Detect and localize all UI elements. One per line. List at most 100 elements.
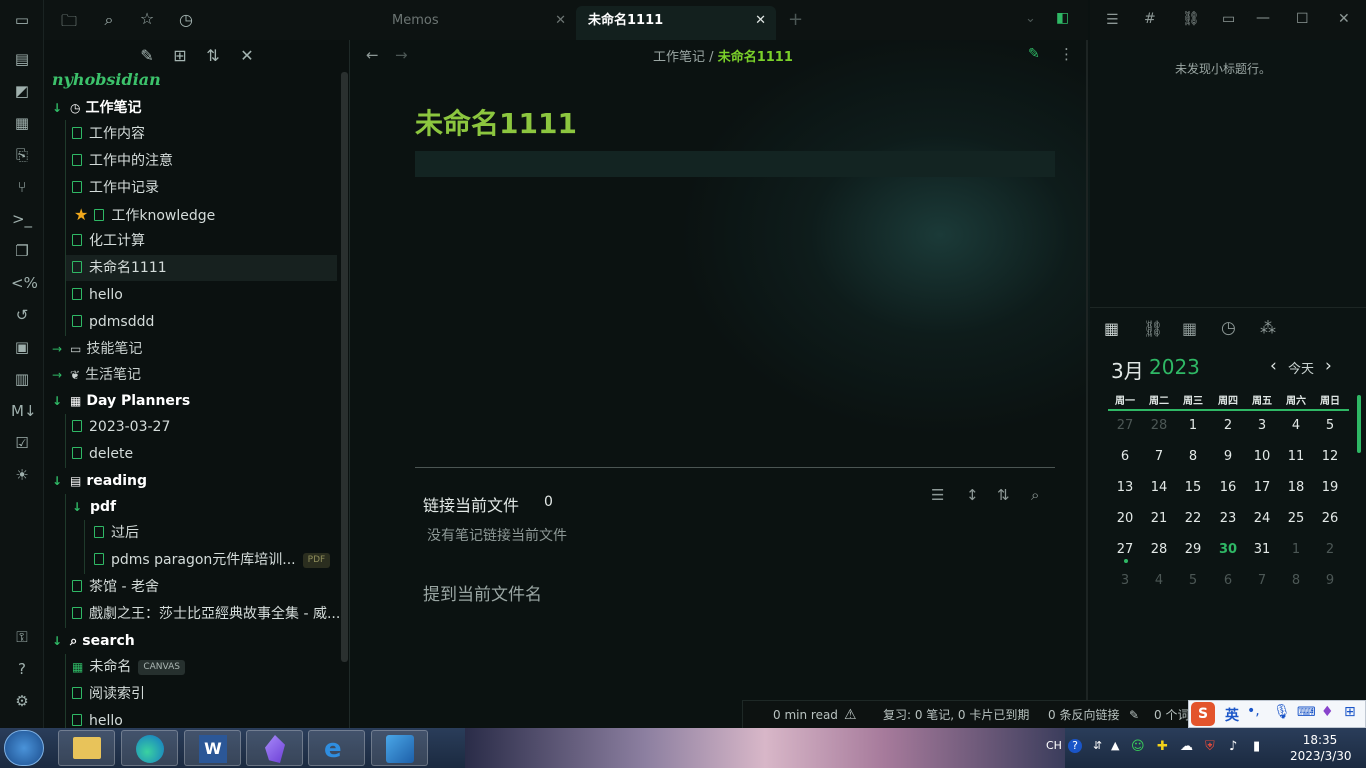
tree-item[interactable]: delete xyxy=(72,441,133,467)
input-lang-indicator[interactable]: CH xyxy=(1046,739,1062,752)
right-scrollbar[interactable] xyxy=(1355,393,1363,455)
forward-arrow-icon[interactable]: → xyxy=(395,46,408,64)
tree-item[interactable]: hello xyxy=(72,708,123,728)
edit-mode-icon[interactable]: ✎ xyxy=(1028,46,1040,62)
calendar-day[interactable]: 13 xyxy=(1108,480,1142,495)
taskbar-clock[interactable]: 18:35 2023/3/30 xyxy=(1290,732,1352,764)
terminal-icon[interactable]: >_ xyxy=(11,208,33,230)
calendar-icon[interactable]: ▦ xyxy=(1182,319,1197,338)
chevron-down-icon[interactable]: ⌄ xyxy=(1025,11,1036,26)
tree-item[interactable]: pdms paragon元件库培训... PDF xyxy=(94,547,331,573)
note-title[interactable]: 未命名1111 xyxy=(415,102,577,142)
folder-work-notes[interactable]: ↓ ◷ 工作笔记 xyxy=(52,95,141,121)
calendar-day[interactable]: 9 xyxy=(1313,573,1347,588)
sidebar-scrollbar[interactable] xyxy=(341,72,348,662)
calendar-day[interactable]: 20 xyxy=(1108,511,1142,526)
breadcrumb-parent[interactable]: 工作笔记 xyxy=(653,50,705,65)
calendar-day[interactable]: 3 xyxy=(1108,573,1142,588)
calendar-day[interactable]: 9 xyxy=(1211,449,1245,464)
keyboard-icon[interactable]: ⌨ xyxy=(1297,705,1316,720)
calendar-day[interactable]: 28 xyxy=(1142,542,1176,557)
folder-skill-notes[interactable]: → ▭ 技能笔记 xyxy=(52,336,142,362)
calendar-day[interactable]: 30 xyxy=(1211,542,1245,557)
tree-item[interactable]: 戲劇之王：莎士比亞經典故事全集 - 威... xyxy=(72,601,340,627)
table-icon[interactable]: ▥ xyxy=(11,368,33,390)
sogou-logo-icon[interactable]: S xyxy=(1191,702,1215,726)
sidebar-toggle-icon[interactable]: ▭ xyxy=(11,9,33,31)
tag-hash-icon[interactable]: # xyxy=(1144,11,1156,27)
calendar-day[interactable]: 8 xyxy=(1176,449,1210,464)
vault-switch-icon[interactable]: ⚿ xyxy=(11,626,33,648)
toolbox-grid-icon[interactable]: ⊞ xyxy=(1344,704,1356,720)
right-sidebar-toggle-icon[interactable]: ◧ xyxy=(1056,10,1069,26)
security-icon[interactable]: ⛨ xyxy=(1205,739,1215,754)
calendar-day[interactable]: 31 xyxy=(1245,542,1279,557)
calendar-day[interactable]: 7 xyxy=(1245,573,1279,588)
vault-name[interactable]: nyhobsidian xyxy=(52,70,161,89)
calendar-day[interactable]: 11 xyxy=(1279,449,1313,464)
start-button[interactable] xyxy=(4,730,44,766)
settings-gear-icon[interactable]: ⚙ xyxy=(11,690,33,712)
calendar-day[interactable]: 25 xyxy=(1279,511,1313,526)
chevron-right-icon[interactable]: › xyxy=(1325,356,1332,376)
ime-toolbar[interactable]: S 英 •, 🎙 ⌨ ♦ ⊞ xyxy=(1188,700,1366,728)
close-icon[interactable]: ✕ xyxy=(755,6,766,36)
help-icon[interactable]: ? xyxy=(11,658,33,680)
calendar-day[interactable]: 6 xyxy=(1108,449,1142,464)
cloud-icon[interactable]: ☁ xyxy=(1180,739,1193,754)
punctuation-icon[interactable]: •, xyxy=(1247,703,1260,719)
minimize-icon[interactable]: — xyxy=(1256,10,1270,26)
copy-icon[interactable]: ❐ xyxy=(11,240,33,262)
collapse-all-icon[interactable]: ✕ xyxy=(237,46,257,65)
tree-item[interactable]: 阅读索引 xyxy=(72,681,145,707)
volume-icon[interactable]: ♪ xyxy=(1229,739,1237,754)
calendar-day[interactable]: 1 xyxy=(1176,418,1210,433)
calendar-day[interactable]: 29 xyxy=(1176,542,1210,557)
clock-icon[interactable]: ◷ xyxy=(1221,318,1236,338)
link-plus-icon[interactable]: ⛓ xyxy=(1143,319,1163,338)
microphone-icon[interactable]: 🎙 xyxy=(1273,704,1291,720)
import-icon[interactable]: ⎘ xyxy=(11,144,33,166)
calendar-day[interactable]: 4 xyxy=(1142,573,1176,588)
calendar-day[interactable]: 16 xyxy=(1211,480,1245,495)
skin-shirt-icon[interactable]: ♦ xyxy=(1321,704,1334,720)
search-icon[interactable]: ⌕ xyxy=(1031,486,1039,504)
folder-search[interactable]: ↓ ⌕ search xyxy=(52,628,135,654)
tree-item[interactable]: 过后 xyxy=(94,520,139,546)
sort-icon[interactable]: ⇅ xyxy=(997,486,1010,504)
wechat-icon[interactable]: ☺ xyxy=(1131,739,1145,754)
calendar-day[interactable]: 17 xyxy=(1245,480,1279,495)
tree-item[interactable]: 化工计算 xyxy=(72,228,145,254)
explorer-taskbar-button[interactable] xyxy=(58,730,115,766)
network-icon[interactable]: ▮ xyxy=(1253,739,1260,754)
help-icon[interactable]: ? xyxy=(1068,739,1082,753)
recent-clock-icon[interactable]: ◷ xyxy=(176,10,196,29)
templater-icon[interactable]: <% xyxy=(11,272,38,294)
outline-list-icon[interactable]: ☰ xyxy=(1106,12,1119,28)
unlinked-mentions-title[interactable]: 提到当前文件名 xyxy=(423,580,542,605)
tree-item[interactable]: hello xyxy=(72,282,123,308)
calendar-day[interactable]: 10 xyxy=(1245,449,1279,464)
tray-expand-icon[interactable]: ▲ xyxy=(1111,739,1119,752)
calendar-day[interactable]: 27 xyxy=(1108,418,1142,433)
tray-plus-icon[interactable]: ✚ xyxy=(1157,739,1168,754)
obsidian-taskbar-button[interactable] xyxy=(246,730,303,766)
app-taskbar-button[interactable] xyxy=(371,730,428,766)
ime-lang[interactable]: 英 xyxy=(1225,705,1239,725)
word-taskbar-button[interactable]: W xyxy=(184,730,241,766)
close-window-icon[interactable]: ✕ xyxy=(1338,11,1350,27)
folder-day-planners[interactable]: ↓ ▦ Day Planners xyxy=(52,388,190,414)
keyboard-icon[interactable]: ▭ xyxy=(1222,11,1235,27)
tray-menu-icon[interactable]: ⇵ xyxy=(1093,739,1102,752)
markdown-icon[interactable]: M↓ xyxy=(11,400,37,422)
calendar-day[interactable]: 23 xyxy=(1211,511,1245,526)
calendar-today-button[interactable]: 今天 xyxy=(1288,358,1314,377)
more-options-icon[interactable]: ⋮ xyxy=(1059,45,1074,63)
search-icon[interactable]: ⌕ xyxy=(99,10,119,30)
calendar-day[interactable]: 28 xyxy=(1142,418,1176,433)
tree-item[interactable]: pdmsddd xyxy=(72,309,154,335)
calendar-day[interactable]: 24 xyxy=(1245,511,1279,526)
graph-nodes-icon[interactable]: ⁂ xyxy=(1260,318,1276,337)
maximize-icon[interactable]: ☐ xyxy=(1296,11,1309,27)
calendar-day[interactable]: 15 xyxy=(1176,480,1210,495)
